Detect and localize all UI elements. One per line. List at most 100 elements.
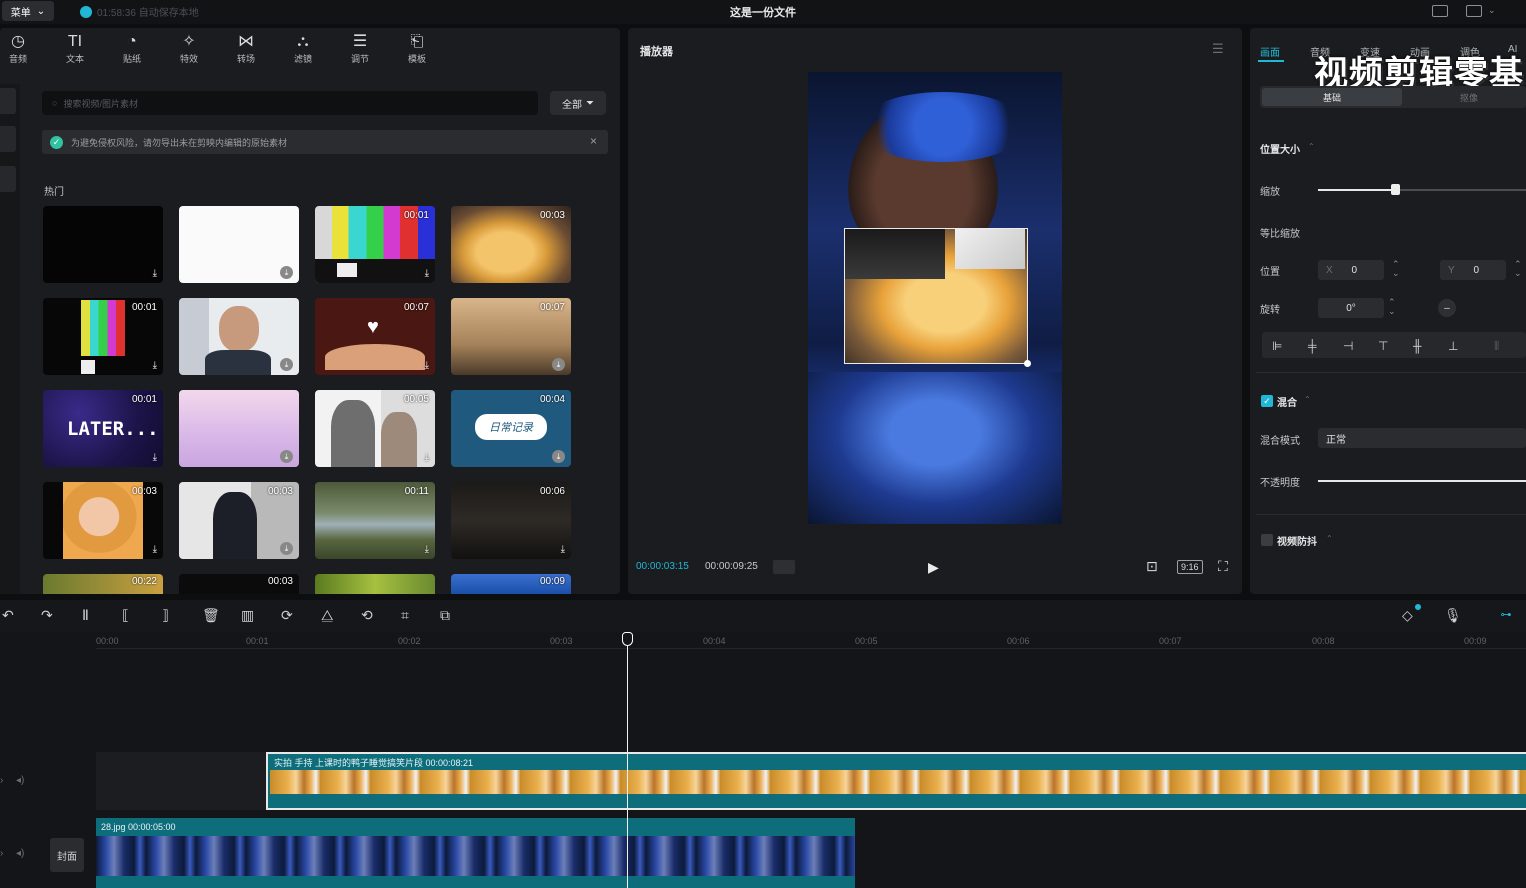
position-y-input[interactable]: Y0	[1440, 260, 1506, 280]
close-icon[interactable]: ×	[590, 134, 597, 148]
library-item[interactable]: 00:03	[451, 206, 571, 283]
chevron-up-icon[interactable]: ⌃	[1308, 142, 1315, 151]
library-item[interactable]: 00:01 ⤓	[43, 298, 163, 375]
library-item[interactable]: ♥ 00:07 ⤓	[315, 298, 435, 375]
speaker-icon[interactable]: ◂)	[16, 848, 24, 859]
rotate-input[interactable]: 0°	[1318, 298, 1384, 318]
playhead-line[interactable]	[627, 634, 628, 888]
microphone-icon[interactable]: 🎙︎	[1444, 607, 1462, 624]
fit-zoom-icon[interactable]: ⊡	[1146, 558, 1158, 575]
download-icon[interactable]: ⤓	[153, 360, 157, 371]
cover-button[interactable]: 封面	[50, 838, 84, 872]
video-preview[interactable]	[808, 72, 1062, 524]
library-item[interactable]: ⤓	[179, 390, 299, 467]
chevron-up-icon[interactable]: ⌃	[1304, 395, 1311, 404]
library-item[interactable]: 00:03 ⤓	[43, 482, 163, 559]
stepper-icon[interactable]: ⌃ ⌄	[1392, 260, 1400, 278]
library-item[interactable]: 00:01 ⤓	[315, 206, 435, 283]
download-icon[interactable]: ⤓	[153, 544, 157, 555]
download-icon[interactable]: ⤓	[425, 360, 429, 371]
media-tab-sticker[interactable]: ◔ 贴纸	[112, 32, 152, 65]
download-icon[interactable]: ⤓	[552, 450, 565, 463]
library-item[interactable]: LATER... 00:01 ⤓	[43, 390, 163, 467]
timeline-link-toggle-icon[interactable]: ⊶	[1494, 608, 1518, 622]
library-item[interactable]: 00:22	[43, 574, 163, 594]
shortcut-keyboard-icon[interactable]	[1432, 5, 1448, 17]
library-item[interactable]	[315, 574, 435, 594]
crop-icon[interactable]: ⌗	[401, 607, 409, 624]
play-icon[interactable]: ▶	[928, 559, 939, 576]
align-center-v-icon[interactable]: ╫	[1413, 339, 1422, 353]
split-icon[interactable]: Ⅱ	[82, 607, 89, 624]
resize-handle[interactable]	[1024, 360, 1031, 367]
trim-right-icon[interactable]: ⟧	[162, 607, 169, 624]
track-visibility-icon[interactable]: ›	[0, 775, 3, 786]
download-icon[interactable]: ⤓	[425, 544, 429, 555]
distribute-icon[interactable]: ⦀	[1494, 339, 1499, 354]
tab-picture[interactable]: 画面	[1260, 44, 1280, 59]
position-x-input[interactable]: X0	[1318, 260, 1384, 280]
fullscreen-icon[interactable]: ⛶	[1218, 558, 1228, 575]
download-icon[interactable]: ⤓	[425, 268, 429, 279]
subtab-cutout[interactable]: 抠像	[1460, 91, 1478, 104]
scale-slider-handle[interactable]	[1390, 184, 1400, 195]
stepper-icon[interactable]: ⌃ ⌄	[1388, 298, 1396, 316]
mirror-icon[interactable]: ⧋	[321, 607, 334, 624]
speaker-icon[interactable]: ◂)	[16, 775, 24, 786]
playhead-handle[interactable]	[622, 632, 633, 646]
align-right-icon[interactable]: ⊣	[1343, 339, 1353, 353]
subtab-basic[interactable]: 基础	[1262, 88, 1402, 106]
side-rail-tab[interactable]	[0, 126, 16, 152]
chevron-up-icon[interactable]: ⌃	[1326, 534, 1333, 543]
freeze-frame-icon[interactable]: ▥	[241, 607, 254, 624]
library-item[interactable]: 00:09	[451, 574, 571, 594]
chevron-down-icon[interactable]: ⌄	[1488, 5, 1496, 16]
track-visibility-icon[interactable]: ›	[0, 848, 3, 859]
keyframe-icon[interactable]: ◇	[1402, 607, 1413, 624]
align-top-icon[interactable]: ⊤	[1378, 339, 1388, 353]
filter-button[interactable]: 全部 ⏷	[550, 91, 606, 115]
blend-checkbox[interactable]: ✓	[1261, 395, 1273, 407]
download-icon[interactable]: ⤓	[153, 268, 157, 279]
rotate-icon[interactable]: ⟲	[361, 607, 373, 624]
library-item[interactable]: ⤓	[43, 206, 163, 283]
overlay-clip[interactable]	[844, 228, 1031, 367]
aspect-ratio-button[interactable]: 9:16	[1177, 560, 1203, 574]
media-tab-filter[interactable]: ⛬ 滤镜	[283, 32, 323, 65]
download-icon[interactable]: ⤓	[280, 358, 293, 371]
library-item[interactable]: 00:05 ⤓	[315, 390, 435, 467]
delete-icon[interactable]: 🗑︎	[202, 607, 220, 624]
media-tab-text[interactable]: TI 文本	[55, 32, 95, 65]
library-item[interactable]: 00:03 ⤓	[179, 482, 299, 559]
download-icon[interactable]: ⤓	[552, 358, 565, 371]
undo-icon[interactable]: ↶	[2, 607, 14, 624]
side-rail-tab[interactable]	[0, 166, 16, 192]
media-tab-audio[interactable]: ◷ 音频	[0, 32, 38, 65]
align-left-icon[interactable]: ⊫	[1272, 339, 1282, 353]
media-tab-template[interactable]: ⎗ 模板	[397, 32, 437, 65]
stepper-icon[interactable]: ⌃ ⌄	[1514, 260, 1522, 278]
side-rail-tab[interactable]	[0, 88, 16, 114]
library-item[interactable]: ⤓	[179, 298, 299, 375]
search-input[interactable]: ○ 搜索视频/图片素材	[42, 91, 538, 115]
media-tab-adjust[interactable]: ☰ 调节	[340, 32, 380, 65]
layout-icon[interactable]	[1466, 5, 1482, 17]
reverse-icon[interactable]: ⟳	[281, 607, 293, 624]
media-tab-transition[interactable]: ⋈ 转场	[226, 32, 266, 65]
download-icon[interactable]: ⤓	[561, 544, 565, 555]
timecode-toggle-icon[interactable]	[773, 560, 795, 574]
align-bottom-icon[interactable]: ⊥	[1448, 339, 1458, 353]
library-item[interactable]: 00:06 ⤓	[451, 482, 571, 559]
redo-icon[interactable]: ↷	[41, 607, 53, 624]
library-item[interactable]: 日常记录 00:04 ⤓	[451, 390, 571, 467]
align-center-h-icon[interactable]: ╪	[1308, 339, 1317, 353]
download-icon[interactable]: ⤓	[280, 266, 293, 279]
hamburger-menu-icon[interactable]: ☰	[1212, 41, 1224, 57]
media-tab-effects[interactable]: ✧ 特效	[169, 32, 209, 65]
rotate-dial-icon[interactable]: –	[1438, 299, 1456, 317]
library-item[interactable]: 00:11 ⤓	[315, 482, 435, 559]
trim-left-icon[interactable]: ⟦	[122, 607, 129, 624]
download-icon[interactable]: ⤓	[425, 452, 429, 463]
library-item[interactable]: ⤓	[179, 206, 299, 283]
library-item[interactable]: 00:03	[179, 574, 299, 594]
